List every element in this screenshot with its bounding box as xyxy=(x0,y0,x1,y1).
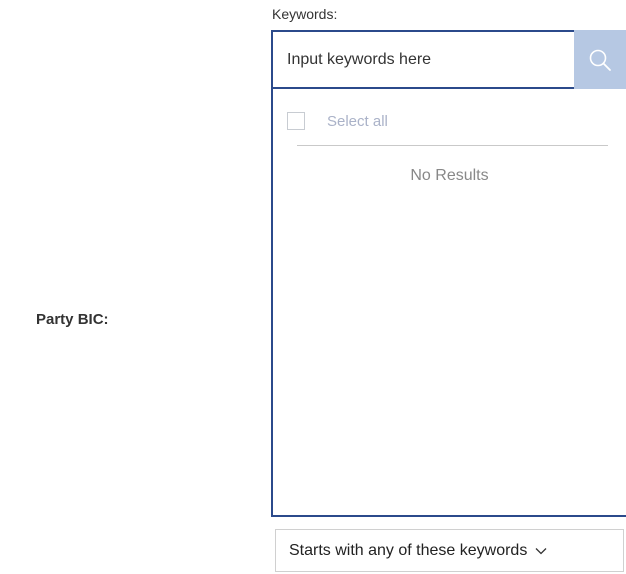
select-all-checkbox[interactable] xyxy=(287,112,305,130)
search-icon xyxy=(588,48,612,72)
party-bic-filter: Party BIC: Keywords: Select all No Resul… xyxy=(0,0,626,574)
keyword-search-input[interactable] xyxy=(271,30,588,89)
keywords-label: Keywords: xyxy=(272,6,338,22)
no-results-message: No Results xyxy=(410,167,489,184)
keyword-search-bar xyxy=(271,30,626,89)
match-mode-value: Starts with any of these keywords xyxy=(289,541,528,559)
results-panel: Select all No Results xyxy=(271,89,626,517)
search-button[interactable] xyxy=(574,30,626,89)
select-all-label: Select all xyxy=(327,112,388,130)
party-bic-label: Party BIC: xyxy=(36,311,109,328)
chevron-down-icon xyxy=(535,547,547,555)
results-divider xyxy=(297,145,608,146)
select-all-option[interactable]: Select all xyxy=(287,112,388,130)
match-mode-select[interactable]: Starts with any of these keywords xyxy=(275,529,624,572)
